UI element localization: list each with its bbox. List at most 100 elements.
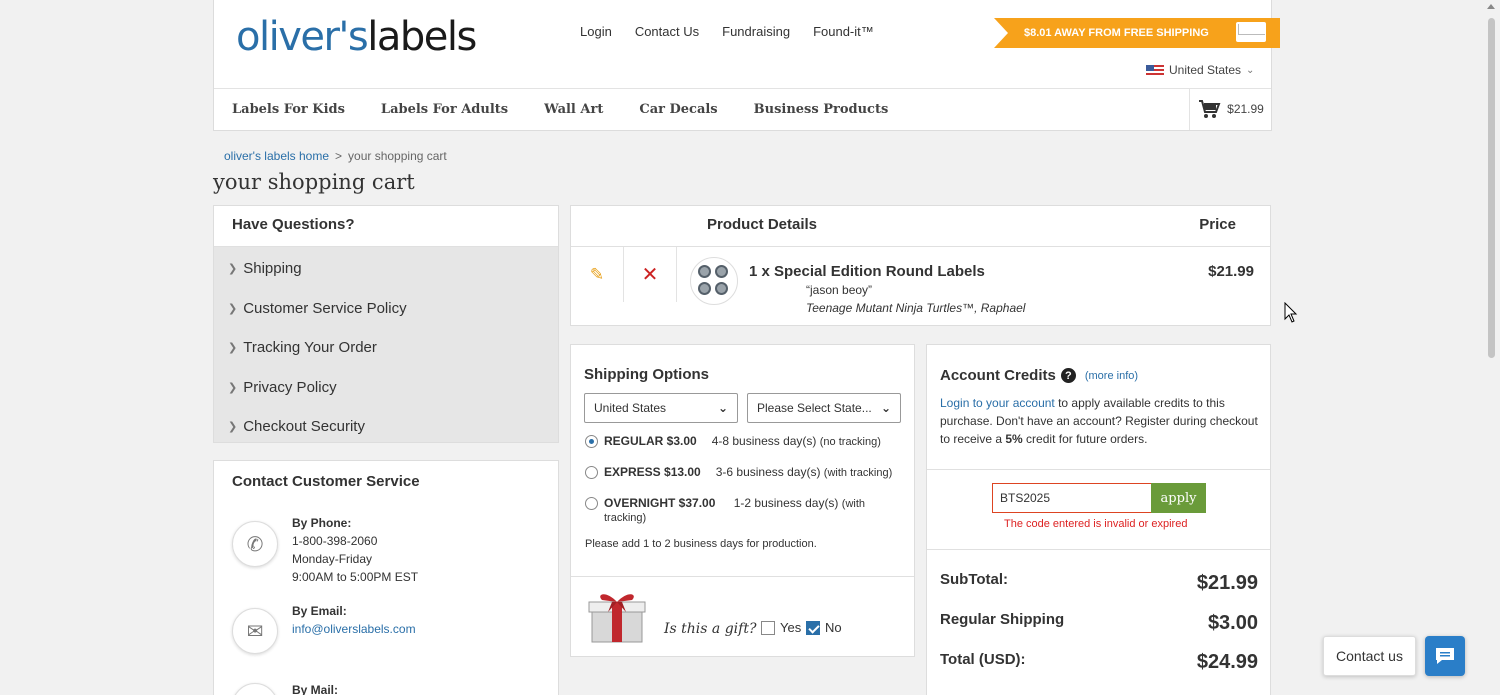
contact-panel: Contact Customer Service ✆ By Phone: 1-8… (213, 460, 559, 695)
promo-code-error: The code entered is invalid or expired (1004, 518, 1188, 530)
contact-mail-text: By Mail: (292, 681, 338, 695)
radio-express[interactable] (585, 466, 598, 479)
question-label: Tracking Your Order (243, 339, 377, 357)
promo-code-input[interactable]: BTS2025 (992, 483, 1152, 513)
more-info-link[interactable]: (more info) (1085, 370, 1138, 382)
nav-labels-for-kids[interactable]: Labels For Kids (232, 102, 345, 117)
promo-code-value: BTS2025 (1000, 491, 1051, 505)
login-account-link[interactable]: Login to your account (940, 396, 1055, 410)
credits-percent: 5% (1005, 432, 1023, 446)
gift-yes-checkbox[interactable] (761, 620, 775, 635)
gift-yes-label: Yes (780, 620, 802, 635)
option-name: OVERNIGHT $37.00 (604, 496, 716, 510)
mini-cart[interactable]: $21.99 (1189, 88, 1271, 130)
chevron-down-icon: ⌄ (880, 401, 891, 415)
login-link[interactable]: Login (580, 24, 612, 39)
nav-business-products[interactable]: Business Products (754, 102, 889, 117)
question-privacy-policy[interactable]: ❯ Privacy Policy (214, 368, 558, 408)
chevron-down-icon: ⌄ (1246, 64, 1255, 76)
shipping-label: Regular Shipping (940, 611, 1065, 628)
free-shipping-text: $8.01 AWAY FROM FREE SHIPPING (1024, 27, 1209, 39)
free-shipping-banner: $8.01 AWAY FROM FREE SHIPPING (994, 18, 1280, 48)
total-label: Total (USD): (940, 651, 1026, 668)
fundraising-link[interactable]: Fundraising (722, 24, 790, 39)
top-links: Login Contact Us Fundraising Found-it™ (580, 24, 874, 39)
main-nav: Labels For Kids Labels For Adults Wall A… (214, 88, 1271, 130)
gift-no-label: No (825, 620, 842, 635)
question-label: Customer Service Policy (243, 299, 407, 317)
contact-email-text: By Email: info@oliverslabels.com (292, 602, 416, 638)
chevron-right-icon: ❯ (228, 342, 238, 355)
shipping-option-overnight[interactable]: OVERNIGHT $37.00 1-2 business day(s) (wi… (585, 496, 865, 524)
contact-us-chat-label[interactable]: Contact us (1323, 636, 1416, 676)
chat-icon[interactable] (1425, 636, 1465, 676)
state-select[interactable]: Please Select State... ⌄ (747, 393, 901, 423)
chevron-down-icon: ⌄ (717, 401, 728, 415)
us-flag-icon (1146, 64, 1164, 76)
cart-item-row: ✎ ✕ 1 x Special Edition Round Labels “ja… (571, 247, 1270, 326)
contact-us-link[interactable]: Contact Us (635, 24, 699, 39)
product-details-panel: Product Details Price ✎ ✕ 1 x Special Ed… (570, 205, 1271, 326)
shipping-option-express[interactable]: EXPRESS $13.00 3-6 business day(s) (with… (585, 465, 892, 479)
phone-number[interactable]: 1-800-398-2060 (292, 532, 418, 550)
page-title: your shopping cart (213, 170, 415, 194)
account-credits-panel: Account Credits ? (more info) Login to y… (926, 344, 1271, 695)
radio-overnight[interactable] (585, 497, 598, 510)
logo[interactable]: oliver'slabels (236, 14, 477, 60)
gift-box-icon (588, 594, 646, 643)
logo-part2: labels (367, 14, 477, 60)
breadcrumb-separator: > (335, 149, 343, 163)
radio-regular[interactable] (585, 435, 598, 448)
option-note: (no tracking) (819, 436, 881, 448)
gift-no-checkbox[interactable] (806, 620, 820, 635)
product-thumbnail[interactable] (690, 257, 738, 305)
shipping-value: $3.00 (1207, 612, 1258, 634)
subtotal-label: SubTotal: (940, 571, 1009, 588)
phone-label: By Phone: (292, 516, 352, 530)
phone-days: Monday-Friday (292, 552, 373, 566)
page-scrollbar[interactable] (1483, 0, 1500, 695)
question-label: Checkout Security (243, 418, 365, 436)
found-it-link[interactable]: Found-it™ (813, 24, 874, 39)
country-selector[interactable]: United States ⌄ (1146, 63, 1254, 77)
site-header: oliver'slabels Login Contact Us Fundrais… (213, 0, 1280, 131)
credits-title-text: Account Credits (940, 367, 1056, 384)
contact-phone-text: By Phone: 1-800-398-2060 Monday-Friday 9… (292, 514, 418, 586)
scroll-thumb[interactable] (1488, 18, 1495, 358)
divider (927, 549, 1270, 550)
email-label: By Email: (292, 604, 347, 618)
question-icon[interactable]: ? (1060, 368, 1076, 383)
breadcrumb-home[interactable]: oliver's labels home (224, 149, 329, 163)
account-credits-title: Account Credits ? (more info) (940, 367, 1138, 384)
nav-wall-art[interactable]: Wall Art (544, 102, 603, 117)
scroll-up-icon[interactable] (1487, 4, 1495, 9)
shipping-option-regular[interactable]: REGULAR $3.00 4-8 business day(s) (no tr… (585, 434, 881, 448)
gift-question: Is this a gift? (664, 621, 757, 637)
gift-no[interactable]: No (806, 620, 842, 635)
delete-x-icon[interactable]: ✕ (624, 247, 677, 302)
nav-car-decals[interactable]: Car Decals (639, 102, 717, 117)
question-customer-service-policy[interactable]: ❯ Customer Service Policy (214, 289, 558, 329)
breadcrumb-current: your shopping cart (348, 149, 447, 163)
question-checkout-security[interactable]: ❯ Checkout Security (214, 407, 558, 447)
price-heading: Price (1199, 216, 1236, 233)
country-select[interactable]: United States ⌄ (584, 393, 738, 423)
question-tracking-your-order[interactable]: ❯ Tracking Your Order (214, 328, 558, 368)
product-title: 1 x Special Edition Round Labels (749, 263, 985, 280)
product-details-heading: Product Details (707, 216, 818, 233)
option-note: (with (841, 498, 866, 510)
product-custom-text: “jason beoy” (806, 283, 873, 297)
country-label: United States (1169, 63, 1242, 77)
country-select-value: United States (594, 401, 667, 415)
question-label: Shipping (243, 260, 302, 278)
production-note: Please add 1 to 2 business days for prod… (585, 538, 817, 550)
chevron-right-icon: ❯ (228, 421, 238, 434)
apply-button[interactable]: apply (1151, 483, 1206, 513)
chat-bubble-icon (1436, 648, 1454, 664)
subtotal-value: $21.99 (1196, 572, 1258, 594)
gift-yes[interactable]: Yes (761, 620, 801, 635)
nav-labels-for-adults[interactable]: Labels For Adults (381, 102, 508, 117)
pencil-icon[interactable]: ✎ (571, 247, 624, 302)
email-link[interactable]: info@oliverslabels.com (292, 622, 416, 636)
question-shipping[interactable]: ❯ Shipping (214, 249, 558, 289)
